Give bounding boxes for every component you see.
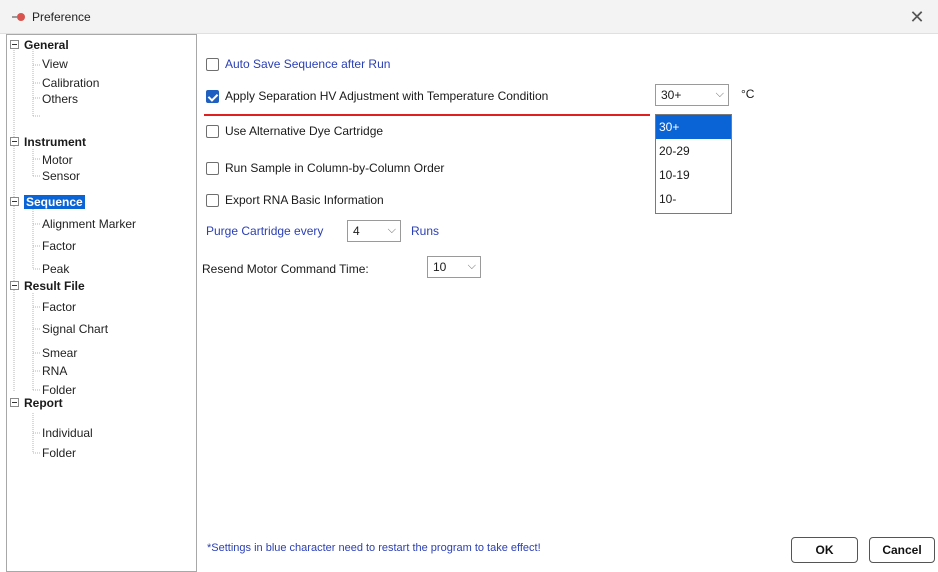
export-rna-label: Export RNA Basic Information [225, 193, 384, 207]
title-bar: Preference ✕ [0, 0, 938, 34]
alt-dye-option[interactable]: Use Alternative Dye Cartridge [206, 124, 383, 138]
close-icon: ✕ [909, 7, 925, 27]
collapse-sequence-toggle[interactable] [10, 197, 19, 206]
temperature-select[interactable]: 30+ ⌵ [655, 84, 729, 106]
tree-connector-lines [13, 44, 40, 454]
apply-hv-checkbox[interactable] [206, 89, 219, 103]
apply-hv-option[interactable]: Apply Separation HV Adjustment with Temp… [206, 89, 548, 103]
auto-save-option[interactable]: Auto Save Sequence after Run [206, 57, 390, 71]
tree-item-report-folder[interactable]: Folder [42, 446, 76, 460]
alt-dye-checkbox[interactable] [206, 124, 219, 138]
auto-save-label: Auto Save Sequence after Run [225, 57, 391, 71]
alt-dye-label: Use Alternative Dye Cartridge [225, 124, 384, 138]
tree-item-sensor[interactable]: Sensor [42, 169, 80, 183]
window-title: Preference [32, 10, 91, 24]
tree-item-result-factor[interactable]: Factor [42, 300, 76, 314]
apply-hv-label: Apply Separation HV Adjustment with Temp… [225, 89, 549, 103]
tree-item-signal-chart[interactable]: Signal Chart [42, 322, 108, 336]
temperature-dropdown-list: 30+ 20-29 10-19 10- [655, 114, 732, 214]
purge-suffix: Runs [411, 224, 440, 238]
tree-group-report[interactable]: Report [24, 396, 63, 410]
tree-item-result-folder[interactable]: Folder [42, 383, 76, 397]
collapse-result-file-toggle[interactable] [10, 281, 19, 290]
red-underline-annotation [204, 114, 650, 116]
tree-item-others[interactable]: Others [42, 92, 78, 106]
chevron-down-icon: ⌵ [467, 260, 476, 272]
tree-item-rna[interactable]: RNA [42, 364, 67, 378]
temperature-option[interactable]: 20-29 [656, 139, 731, 163]
tree-item-view[interactable]: View [42, 57, 68, 71]
export-rna-option[interactable]: Export RNA Basic Information [206, 193, 384, 207]
tree-item-factor[interactable]: Factor [42, 239, 76, 253]
resend-time-value: 10 [433, 260, 447, 274]
chevron-down-icon: ⌵ [715, 88, 724, 100]
app-icon [12, 12, 26, 22]
temperature-unit: °C [741, 87, 755, 101]
restart-note: *Settings in blue character need to rest… [207, 542, 541, 554]
temperature-option[interactable]: 10- [656, 187, 731, 211]
resend-label: Resend Motor Command Time: [202, 262, 369, 276]
tree-item-alignment-marker[interactable]: Alignment Marker [42, 217, 136, 231]
column-order-option[interactable]: Run Sample in Column-by-Column Order [206, 161, 444, 175]
collapse-instrument-toggle[interactable] [10, 137, 19, 146]
temperature-select-value: 30+ [661, 88, 682, 102]
tree-item-individual[interactable]: Individual [42, 426, 93, 440]
preference-tree: General View Calibration Others Instrume… [6, 34, 197, 572]
tree-group-sequence[interactable]: Sequence [24, 195, 85, 209]
auto-save-checkbox[interactable] [206, 57, 219, 71]
export-rna-checkbox[interactable] [206, 193, 219, 207]
collapse-general-toggle[interactable] [10, 40, 19, 49]
resend-time-select[interactable]: 10 ⌵ [427, 256, 481, 278]
column-order-label: Run Sample in Column-by-Column Order [225, 161, 445, 175]
tree-item-peak[interactable]: Peak [42, 262, 69, 276]
chevron-down-icon: ⌵ [387, 224, 396, 236]
tree-group-instrument[interactable]: Instrument [24, 135, 86, 149]
close-button[interactable]: ✕ [906, 6, 928, 28]
column-order-checkbox[interactable] [206, 161, 219, 175]
purge-runs-select[interactable]: 4 ⌵ [347, 220, 401, 242]
tree-group-result-file[interactable]: Result File [24, 279, 85, 293]
cancel-button[interactable]: Cancel [869, 537, 935, 563]
purge-label: Purge Cartridge every [206, 224, 324, 238]
sequence-settings-panel: Auto Save Sequence after Run Apply Separ… [197, 34, 938, 572]
tree-item-smear[interactable]: Smear [42, 346, 77, 360]
temperature-option[interactable]: 10-19 [656, 163, 731, 187]
tree-item-calibration[interactable]: Calibration [42, 76, 99, 90]
purge-runs-value: 4 [353, 224, 360, 238]
tree-item-motor[interactable]: Motor [42, 153, 73, 167]
tree-group-general[interactable]: General [24, 38, 69, 52]
collapse-report-toggle[interactable] [10, 398, 19, 407]
temperature-option[interactable]: 30+ [656, 115, 731, 139]
ok-button[interactable]: OK [791, 537, 858, 563]
